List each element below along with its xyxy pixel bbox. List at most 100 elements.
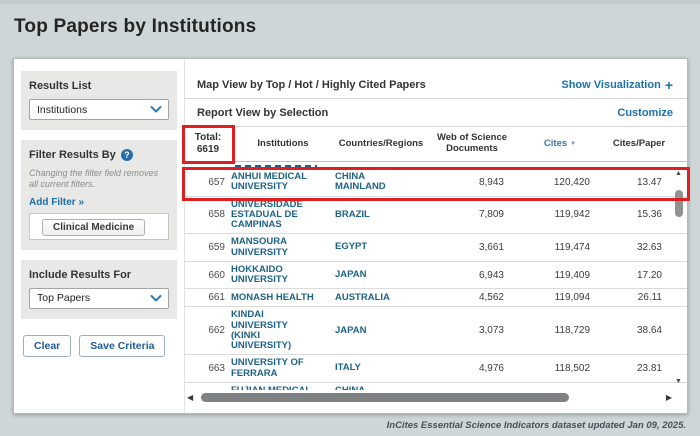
- table-row[interactable]: 664 FUJIAN MEDICAL UNIVERSITY CHINA MAIN…: [185, 383, 687, 390]
- scroll-right-icon[interactable]: ▶: [666, 394, 672, 402]
- cites-per-paper-value: 23.81: [603, 363, 675, 374]
- institution-link[interactable]: MONASH HEALTH: [231, 293, 335, 303]
- report-view-bar: Report View by Selection Customize: [185, 99, 687, 127]
- filter-section: Filter Results By ? Changing the filter …: [21, 140, 177, 250]
- page-top-strip: [0, 0, 700, 4]
- table-row[interactable]: 662 KINDAI UNIVERSITY (KINKI UNIVERSITY)…: [185, 307, 687, 355]
- institution-link[interactable]: KINDAI UNIVERSITY (KINKI UNIVERSITY): [231, 310, 335, 351]
- help-icon[interactable]: ?: [121, 149, 133, 161]
- cites-per-paper-value: 13.47: [603, 177, 675, 188]
- cites-value: 119,094: [517, 292, 603, 303]
- total-label: Total:: [185, 132, 231, 144]
- country-link[interactable]: JAPAN: [335, 326, 427, 336]
- total-value: 6619: [185, 144, 231, 156]
- table-row[interactable]: 661 MONASH HEALTH AUSTRALIA 4,562 119,09…: [185, 289, 687, 307]
- institution-link[interactable]: UNIVERSITY OF FERRARA: [231, 358, 335, 379]
- country-link[interactable]: EGYPT: [335, 242, 427, 252]
- vertical-scroll-thumb[interactable]: [675, 190, 683, 217]
- table-body: 657 ANHUI MEDICAL UNIVERSITY CHINA MAINL…: [185, 162, 687, 390]
- results-list-label: Results List: [29, 80, 169, 92]
- documents-value: 4,562: [427, 292, 517, 303]
- documents-value: 7,809: [427, 209, 517, 220]
- main-content: Map View by Top / Hot / Highly Cited Pap…: [184, 59, 687, 413]
- row-rank: 660: [185, 270, 231, 281]
- column-header-countries[interactable]: Countries/Regions: [335, 139, 427, 150]
- chevron-down-icon: [150, 106, 162, 113]
- filter-section-label: Filter Results By: [29, 149, 116, 161]
- scroll-up-icon[interactable]: ▲: [675, 170, 682, 177]
- documents-value: 3,661: [427, 242, 517, 253]
- vertical-scrollbar[interactable]: ▲ ▼: [673, 162, 685, 390]
- row-rank: 662: [185, 325, 231, 336]
- filter-note: Changing the filter field removes all cu…: [29, 168, 169, 191]
- include-results-selected: Top Papers: [37, 292, 90, 304]
- include-results-dropdown[interactable]: Top Papers: [29, 288, 169, 309]
- institution-link[interactable]: FUJIAN MEDICAL UNIVERSITY: [231, 386, 335, 390]
- dataset-update-note: InCites Essential Science Indicators dat…: [387, 420, 686, 431]
- documents-value: 4,976: [427, 363, 517, 374]
- country-link[interactable]: JAPAN: [335, 270, 427, 280]
- cites-per-paper-value: 38.64: [603, 325, 675, 336]
- institution-link[interactable]: ANHUI MEDICAL UNIVERSITY: [231, 172, 335, 193]
- table-row[interactable]: 658 UNIVERSIDADE ESTADUAL DE CAMPINAS BR…: [185, 197, 687, 235]
- horizontal-scroll-track[interactable]: [197, 393, 662, 402]
- sidebar: Results List Institutions Filter Results…: [14, 59, 184, 413]
- plus-icon: +: [665, 78, 673, 92]
- add-filter-link[interactable]: Add Filter »: [29, 197, 169, 208]
- row-rank: 659: [185, 242, 231, 253]
- column-header-cites-per-paper[interactable]: Cites/Paper: [603, 139, 675, 150]
- customize-link[interactable]: Customize: [617, 107, 673, 119]
- scroll-down-icon[interactable]: ▼: [675, 378, 682, 385]
- show-visualization-label: Show Visualization: [561, 79, 660, 91]
- clear-button[interactable]: Clear: [23, 335, 71, 357]
- cites-per-paper-value: 32.63: [603, 242, 675, 253]
- filter-field[interactable]: Clinical Medicine: [29, 213, 169, 240]
- show-visualization-link[interactable]: Show Visualization +: [561, 78, 673, 92]
- scroll-left-icon[interactable]: ◀: [187, 394, 193, 402]
- cites-value: 120,420: [517, 177, 603, 188]
- sort-desc-icon: ▼: [570, 141, 576, 148]
- institution-link[interactable]: UNIVERSIDADE ESTADUAL DE CAMPINAS: [231, 200, 335, 231]
- institution-link[interactable]: MANSOURA UNIVERSITY: [231, 237, 335, 258]
- country-link[interactable]: AUSTRALIA: [335, 293, 427, 303]
- results-list-selected: Institutions: [37, 104, 87, 116]
- map-view-bar: Map View by Top / Hot / Highly Cited Pap…: [185, 71, 687, 99]
- include-results-section: Include Results For Top Papers: [21, 260, 177, 319]
- table-row[interactable]: 660 HOKKAIDO UNIVERSITY JAPAN 6,943 119,…: [185, 262, 687, 290]
- column-header-institutions[interactable]: Institutions: [231, 139, 335, 150]
- cites-per-paper-value: 15.36: [603, 209, 675, 220]
- cites-value: 118,502: [517, 363, 603, 374]
- table-row[interactable]: 659 MANSOURA UNIVERSITY EGYPT 3,661 119,…: [185, 234, 687, 262]
- documents-value: 6,943: [427, 270, 517, 281]
- table-row[interactable]: 663 UNIVERSITY OF FERRARA ITALY 4,976 11…: [185, 355, 687, 383]
- country-link[interactable]: ITALY: [335, 363, 427, 373]
- column-header-documents[interactable]: Web of Science Documents: [427, 133, 517, 155]
- country-link[interactable]: CHINA MAINLAND: [335, 386, 427, 390]
- include-results-label: Include Results For: [29, 269, 169, 281]
- cites-value: 119,474: [517, 242, 603, 253]
- horizontal-scroll-thumb[interactable]: [201, 393, 569, 402]
- cites-per-paper-value: 17.20: [603, 270, 675, 281]
- documents-value: 3,073: [427, 325, 517, 336]
- results-list-dropdown[interactable]: Institutions: [29, 99, 169, 120]
- cites-value: 119,942: [517, 209, 603, 220]
- row-rank: 657: [185, 177, 231, 188]
- horizontal-scrollbar[interactable]: ◀ ▶: [187, 391, 672, 404]
- total-count: Total: 6619: [185, 132, 231, 156]
- row-rank: 661: [185, 292, 231, 303]
- results-list-section: Results List Institutions: [21, 71, 177, 130]
- cites-header-label: Cites: [544, 139, 567, 150]
- save-criteria-button[interactable]: Save Criteria: [79, 335, 165, 357]
- column-header-cites[interactable]: Cites ▼: [517, 139, 603, 150]
- clipped-row-fragment: [185, 162, 687, 169]
- institution-link[interactable]: HOKKAIDO UNIVERSITY: [231, 265, 335, 286]
- report-view-title: Report View by Selection: [197, 107, 328, 119]
- active-filter-chip[interactable]: Clinical Medicine: [42, 219, 145, 236]
- row-rank: 658: [185, 209, 231, 220]
- country-link[interactable]: CHINA MAINLAND: [335, 172, 427, 193]
- clipped-text-fragment: [235, 165, 317, 168]
- table-row[interactable]: 657 ANHUI MEDICAL UNIVERSITY CHINA MAINL…: [185, 169, 687, 197]
- cites-per-paper-value: 26.11: [603, 292, 675, 303]
- country-link[interactable]: BRAZIL: [335, 210, 427, 220]
- page-title: Top Papers by Institutions: [14, 16, 256, 38]
